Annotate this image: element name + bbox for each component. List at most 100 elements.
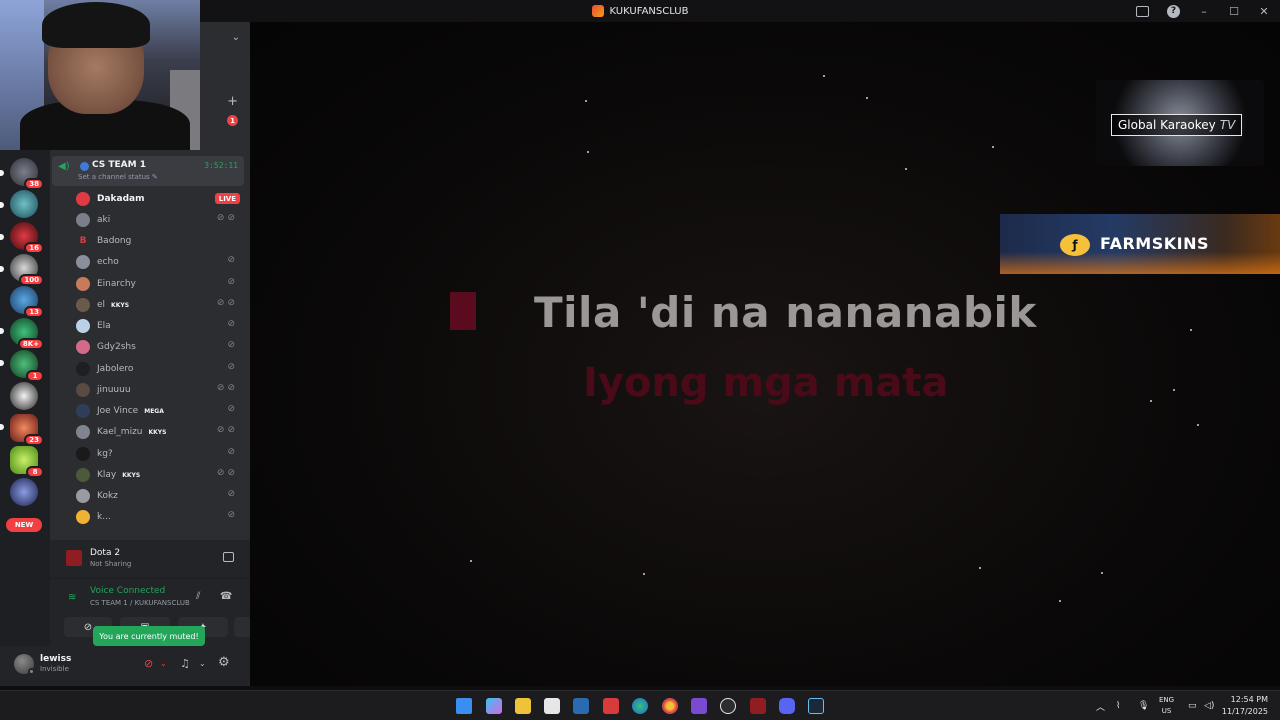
star	[587, 151, 589, 153]
member-row[interactable]: k... ⊘	[76, 508, 244, 526]
server-icon[interactable]: 16	[10, 222, 44, 254]
voicemod-icon[interactable]	[603, 698, 619, 714]
steam-icon[interactable]	[808, 698, 824, 714]
farmskins-logo-icon: ƒ	[1060, 234, 1090, 256]
dota2-icon	[66, 550, 82, 566]
window-title: KUKUFANSCLUB	[591, 5, 689, 17]
new-badge[interactable]: NEW	[6, 518, 42, 532]
network-icon[interactable]: ⌇	[1116, 691, 1120, 720]
discord-icon[interactable]	[779, 698, 795, 714]
system-clock[interactable]: 12:54 PM 11/17/2025	[1222, 694, 1268, 718]
member-row[interactable]: Einarchy ⊘	[76, 275, 244, 293]
chevron-down-icon[interactable]: ⌄	[232, 32, 240, 43]
member-name: Dakadam	[97, 194, 145, 204]
stream-view[interactable]: Tila 'di na nananabik Iyong mga mata Glo…	[250, 22, 1280, 686]
help-icon[interactable]: ?	[1167, 4, 1180, 18]
member-row[interactable]: Klay KKYS ⊘⊘	[76, 466, 244, 484]
member-row[interactable]: Dakadam LIVE	[76, 190, 244, 208]
server-icon[interactable]: 8K+	[10, 318, 44, 350]
dota2-icon[interactable]	[750, 698, 766, 714]
server-icon[interactable]	[10, 478, 38, 506]
member-row[interactable]: Gdy2shs ⊘	[76, 338, 244, 356]
mic-icon[interactable]: 🎙	[1138, 691, 1149, 720]
server-badge: 38	[24, 178, 44, 190]
server-pill	[0, 424, 4, 430]
file-explorer-icon[interactable]	[515, 698, 531, 714]
signal-icon: ≋	[68, 592, 77, 603]
mic-muted-icon[interactable]: ⊘	[144, 657, 153, 670]
server-icon[interactable]: 13	[10, 286, 44, 318]
username[interactable]: lewiss	[40, 654, 71, 664]
voice-location[interactable]: CS TEAM 1 / KUKUFANSCLUB	[90, 599, 190, 607]
headphones-icon[interactable]: ♫	[180, 657, 190, 670]
speaker-icon: ◀)	[58, 161, 70, 172]
window-title-text: KUKUFANSCLUB	[609, 5, 689, 17]
member-row[interactable]: kg? ⊘	[76, 445, 244, 463]
headphones-chevron-icon[interactable]: ⌄	[199, 659, 206, 668]
voice-channel-name: CS TEAM 1	[92, 160, 146, 170]
channel-globe-icon	[80, 162, 89, 171]
pinned-app-icon[interactable]	[573, 698, 589, 714]
member-row[interactable]: el KKYS ⊘⊘	[76, 296, 244, 314]
member-row[interactable]: B Badong	[76, 232, 244, 250]
share-screen-icon[interactable]	[223, 552, 234, 562]
input-language[interactable]: ENG US	[1159, 695, 1174, 717]
display-icon[interactable]: ▭	[1188, 691, 1197, 720]
star	[1150, 400, 1152, 402]
member-row[interactable]: Kokz ⊘	[76, 487, 244, 505]
avatar	[76, 468, 90, 482]
minimize-icon[interactable]: –	[1198, 5, 1210, 18]
server-icon[interactable]: 1	[10, 350, 44, 382]
member-row[interactable]: echo ⊘	[76, 253, 244, 271]
star	[866, 97, 868, 99]
member-name: el	[97, 300, 106, 310]
mic-options-chevron-icon[interactable]: ⌄	[160, 659, 167, 668]
member-row[interactable]: Ela ⊘	[76, 317, 244, 335]
avatar	[76, 192, 90, 206]
server-icon[interactable]: 100	[10, 254, 44, 286]
star	[1197, 424, 1199, 426]
app-icon[interactable]	[720, 698, 736, 714]
title-bar-controls: ? – ☐ ✕	[1136, 0, 1270, 22]
volume-icon[interactable]: ◁)	[1204, 691, 1214, 720]
avatar	[76, 447, 90, 461]
channel-status-prompt[interactable]: Set a channel status ✎	[78, 173, 158, 181]
close-icon[interactable]: ✕	[1258, 5, 1270, 18]
mute-icon: ⊘	[227, 340, 238, 350]
member-row[interactable]: Kael_mizu KKYS ⊘⊘	[76, 423, 244, 441]
member-row[interactable]: Jabolero ⊘	[76, 360, 244, 378]
voice-channel-header[interactable]: ◀) CS TEAM 1 3:52:11 Set a channel statu…	[52, 156, 244, 186]
tray-chevron-icon[interactable]: ︿	[1096, 691, 1105, 720]
server-icon[interactable]: 23	[10, 414, 44, 446]
edge-icon[interactable]	[632, 698, 648, 714]
maximize-icon[interactable]: ☐	[1228, 5, 1240, 18]
server-badge: 1	[26, 370, 44, 382]
instagram-icon[interactable]	[691, 698, 707, 714]
voice-connected-label[interactable]: Voice Connected	[90, 586, 165, 596]
server-icon[interactable]: 38	[10, 158, 44, 190]
copilot-icon[interactable]	[486, 698, 502, 714]
desktop: KUKUFANSCLUB ? – ☐ ✕ 38 16 100 13 8K+ 1	[0, 0, 1280, 720]
webcam-overlay	[0, 0, 200, 150]
add-icon[interactable]: +	[227, 94, 238, 109]
member-row[interactable]: aki ⊘⊘	[76, 211, 244, 229]
activity-panel: Dota 2 Not Sharing	[50, 540, 250, 578]
disconnect-icon[interactable]: ☎	[220, 591, 232, 602]
server-icon[interactable]	[10, 190, 38, 218]
settings-gear-icon[interactable]: ⚙	[218, 655, 230, 670]
sponsor-glow	[1000, 252, 1280, 274]
inbox-icon[interactable]	[1136, 5, 1149, 17]
member-name: Klay	[97, 470, 117, 480]
avatar: B	[76, 234, 90, 248]
windows-start-icon[interactable]	[456, 698, 472, 714]
mention-badge: 1	[227, 115, 238, 126]
chrome-icon[interactable]	[662, 698, 678, 714]
member-row[interactable]: Joe Vince MEGA ⊘	[76, 402, 244, 420]
noise-suppression-icon[interactable]: ⫽	[196, 591, 200, 602]
member-name: Kael_mizu	[97, 427, 143, 437]
server-icon[interactable]	[10, 382, 38, 410]
store-icon[interactable]	[544, 698, 560, 714]
member-row[interactable]: jinuuuu ⊘⊘	[76, 381, 244, 399]
server-icon[interactable]: 8	[10, 446, 44, 478]
mute-deafen-icons: ⊘⊘	[216, 298, 238, 308]
